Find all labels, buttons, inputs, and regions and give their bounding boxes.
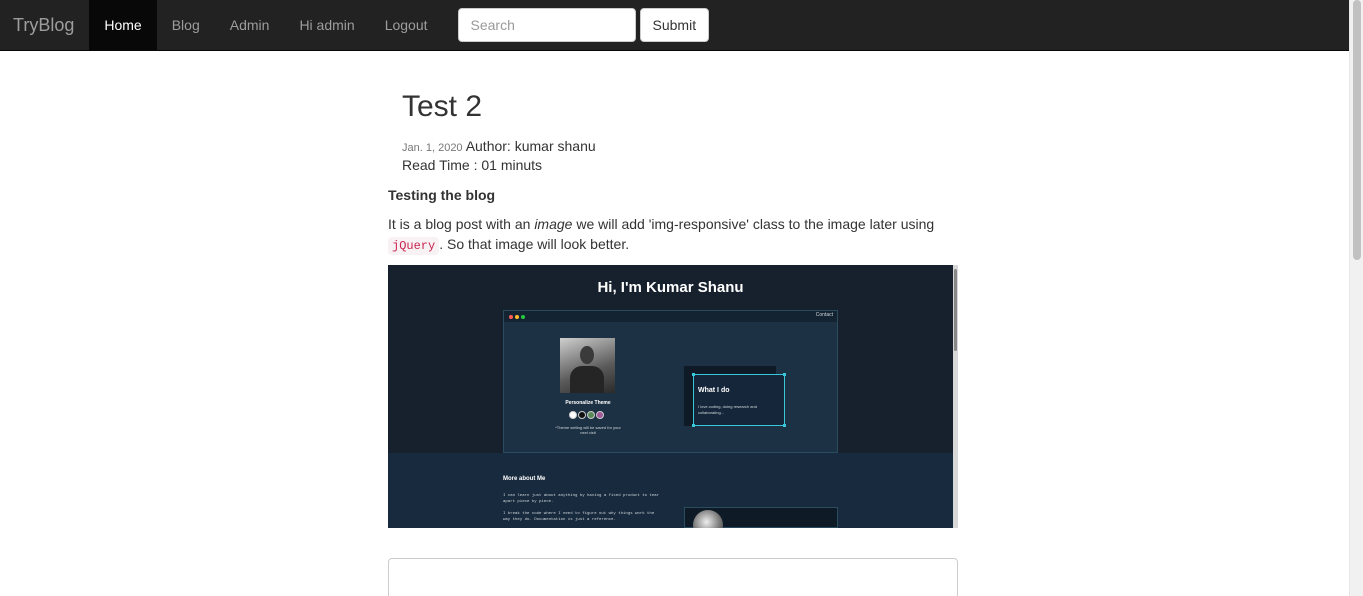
page-scrollbar-thumb[interactable] bbox=[1353, 0, 1361, 260]
swatch-purple bbox=[596, 411, 604, 419]
image-mock-titlebar: Contact bbox=[504, 311, 837, 322]
image-more-title: More about Me bbox=[503, 476, 546, 482]
image-card-title: What I do bbox=[698, 387, 730, 394]
submit-button[interactable]: Submit bbox=[639, 8, 710, 42]
post-author: Author: kumar shanu bbox=[465, 138, 596, 154]
post-image: Hi, I'm Kumar Shanu Contact Personalize … bbox=[388, 265, 958, 528]
close-dot-icon bbox=[509, 315, 513, 319]
image-more-text-1: I can learn just about anything by havin… bbox=[503, 494, 660, 504]
search-input[interactable] bbox=[457, 8, 636, 42]
top-navbar: TryBlog Home Blog Admin Hi admin Logout … bbox=[0, 0, 1349, 51]
search-form: Submit bbox=[457, 8, 710, 42]
image-mock-window: Contact Personalize Theme *Theme setting… bbox=[503, 310, 838, 453]
nav-home[interactable]: Home bbox=[89, 0, 157, 50]
image-more-text-2: I break the code where I need to figure … bbox=[503, 512, 655, 522]
image-hero-title: Hi, I'm Kumar Shanu bbox=[597, 279, 744, 296]
image-theme-label: Personalize Theme bbox=[565, 400, 611, 406]
minimize-dot-icon bbox=[515, 315, 519, 319]
image-lower-section: More about Me I can learn just about any… bbox=[388, 453, 953, 528]
image-theme-swatches bbox=[569, 411, 604, 419]
photo-body bbox=[570, 366, 604, 393]
card-handle bbox=[783, 373, 786, 376]
brand-link[interactable]: TryBlog bbox=[0, 0, 89, 50]
card-handle bbox=[783, 424, 786, 427]
body-emphasis: image bbox=[534, 216, 573, 232]
post-body: It is a blog post with an image we will … bbox=[388, 214, 948, 256]
nav-logout[interactable]: Logout bbox=[370, 0, 443, 50]
image-profile-photo bbox=[560, 338, 615, 393]
page-scrollbar[interactable] bbox=[1349, 0, 1363, 596]
post-subheading: Testing the blog bbox=[388, 187, 496, 203]
image-scrollbar-thumb bbox=[954, 269, 957, 351]
comment-box[interactable] bbox=[388, 558, 958, 596]
card-handle bbox=[692, 373, 695, 376]
swatch-white bbox=[569, 411, 577, 419]
image-card: What I do I love coding, doing research … bbox=[692, 373, 786, 427]
image-theme-note: *Theme setting will be saved for your ne… bbox=[555, 425, 621, 435]
image-scrollbar bbox=[953, 265, 958, 528]
image-card-text: I love coding, doing research and collab… bbox=[698, 404, 757, 415]
card-handle bbox=[692, 424, 695, 427]
nav-greeting[interactable]: Hi admin bbox=[284, 0, 369, 50]
image-mini-avatar bbox=[693, 510, 723, 528]
image-contact-link: Contact bbox=[815, 312, 833, 318]
post-title: Test 2 bbox=[402, 90, 483, 123]
image-mini-window bbox=[684, 507, 838, 528]
post-read-time: Read Time : 01 minuts bbox=[402, 157, 543, 173]
swatch-green bbox=[587, 411, 595, 419]
swatch-black bbox=[578, 411, 586, 419]
nav-admin[interactable]: Admin bbox=[215, 0, 285, 50]
post-date: Jan. 1, 2020 bbox=[402, 142, 463, 154]
body-code: jQuery bbox=[388, 237, 440, 255]
photo-head bbox=[580, 346, 594, 364]
body-text-3: . So that image will look better. bbox=[439, 236, 630, 252]
nav-blog[interactable]: Blog bbox=[157, 0, 215, 50]
body-text-1: It is a blog post with an bbox=[388, 216, 535, 232]
body-text-2: we will add 'img-responsive' class to th… bbox=[572, 216, 935, 232]
maximize-dot-icon bbox=[521, 315, 525, 319]
